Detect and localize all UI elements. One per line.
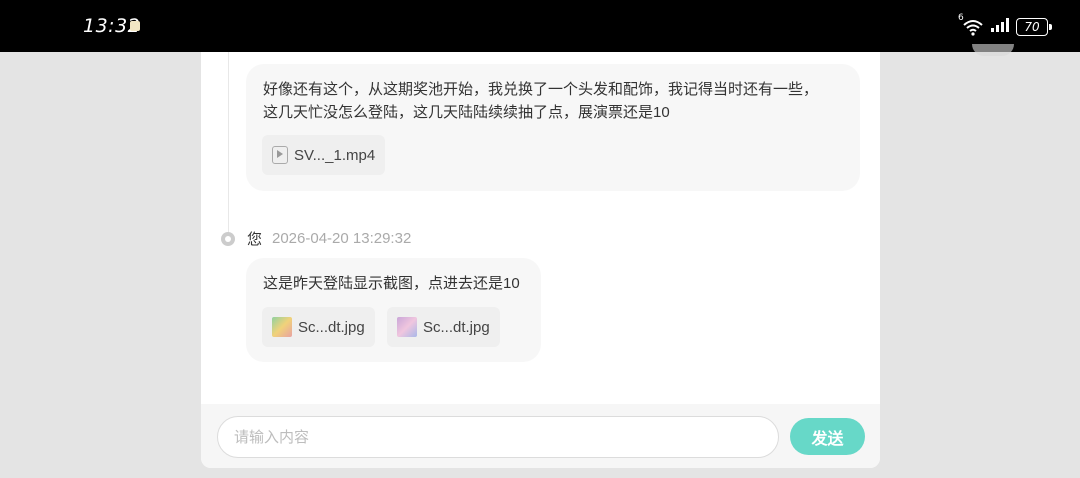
- timeline-line: [228, 52, 229, 237]
- sender-name: 您: [247, 231, 263, 248]
- video-file-icon: [272, 146, 288, 164]
- image-thumbnail-icon: [272, 317, 292, 337]
- message-text-line: 这是昨天登陆显示截图，点进去还是10: [263, 275, 520, 292]
- message-timestamp: 2026-04-20 13:29:32: [272, 230, 412, 247]
- attachment-name: SV..._1.mp4: [294, 146, 376, 164]
- message-text-line: 好像还有这个，从这期奖池开始，我兑换了一个头发和配饰，我记得当时还有一些，: [263, 81, 819, 98]
- message-input[interactable]: [217, 416, 779, 458]
- attachment-image[interactable]: Sc...dt.jpg: [387, 307, 500, 347]
- attachment-video[interactable]: SV..._1.mp4: [262, 135, 386, 175]
- chat-panel: 好像还有这个，从这期奖池开始，我兑换了一个头发和配饰，我记得当时还有一些， 这几…: [201, 52, 880, 468]
- attachment-name: Sc...dt.jpg: [298, 318, 365, 336]
- notification-icon: [130, 21, 140, 31]
- wifi-icon: 6: [958, 13, 984, 36]
- timeline-dot: [221, 232, 235, 246]
- status-icons: 6 70: [958, 13, 1052, 37]
- message-text-line: 这几天忙没怎么登陆，这几天陆陆续续抽了点，展演票还是10: [263, 104, 670, 121]
- composer-bar: 发送: [201, 404, 880, 468]
- battery-icon: 70: [1016, 18, 1052, 36]
- send-button[interactable]: 发送: [790, 418, 865, 455]
- floating-avatar-edge: [972, 44, 1014, 56]
- network-type-label: 6: [958, 13, 964, 23]
- signal-icon: [990, 17, 1010, 37]
- status-bar: 13:32 6 70: [0, 0, 1080, 52]
- attachment-image[interactable]: Sc...dt.jpg: [262, 307, 375, 347]
- image-thumbnail-icon: [397, 317, 417, 337]
- attachment-name: Sc...dt.jpg: [423, 318, 490, 336]
